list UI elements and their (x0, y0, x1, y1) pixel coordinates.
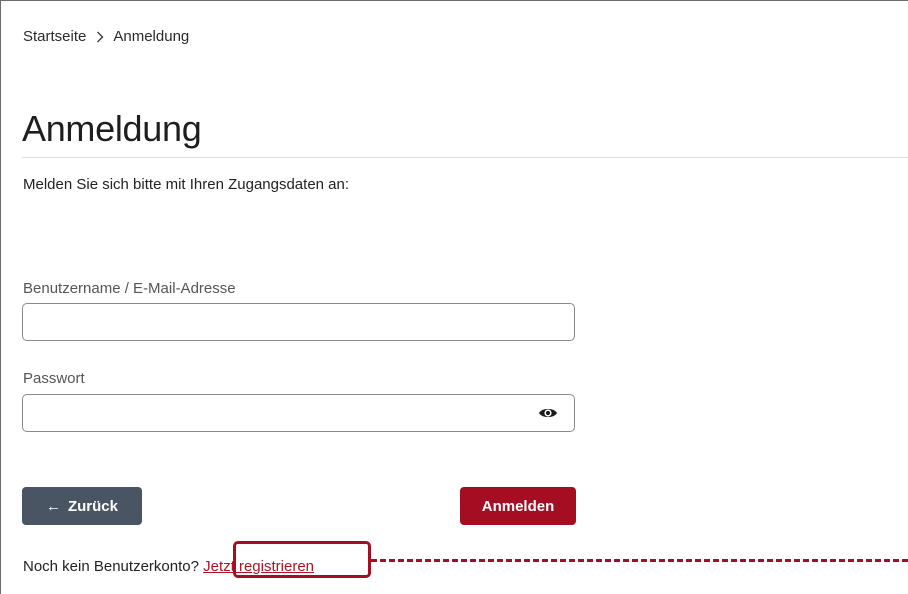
username-input[interactable] (22, 303, 575, 341)
callout-dashed-line (371, 559, 908, 562)
breadcrumb-current: Anmeldung (113, 28, 190, 45)
page-title: Anmeldung (22, 108, 202, 149)
breadcrumb: Startseite Anmeldung (23, 28, 189, 45)
password-input[interactable] (22, 394, 575, 432)
window-top-border (0, 0, 908, 1)
login-button[interactable]: Anmelden (460, 487, 576, 525)
chevron-right-icon (96, 31, 104, 43)
login-button-label: Anmelden (481, 497, 555, 515)
window-left-border (0, 0, 1, 594)
username-label: Benutzername / E-Mail-Adresse (23, 280, 236, 297)
password-label: Passwort (23, 370, 85, 387)
title-divider (22, 157, 908, 158)
arrow-left-icon: ← (45, 497, 61, 515)
register-prompt: Noch kein Benutzerkonto? (23, 558, 204, 575)
back-button[interactable]: ← Zurück (22, 487, 142, 525)
eye-icon[interactable] (538, 406, 558, 420)
login-intro-text: Melden Sie sich bitte mit Ihren Zugangsd… (23, 176, 350, 193)
breadcrumb-home-link[interactable]: Startseite (23, 28, 86, 45)
register-highlight-box (233, 541, 371, 578)
back-button-label: Zurück (67, 497, 118, 515)
